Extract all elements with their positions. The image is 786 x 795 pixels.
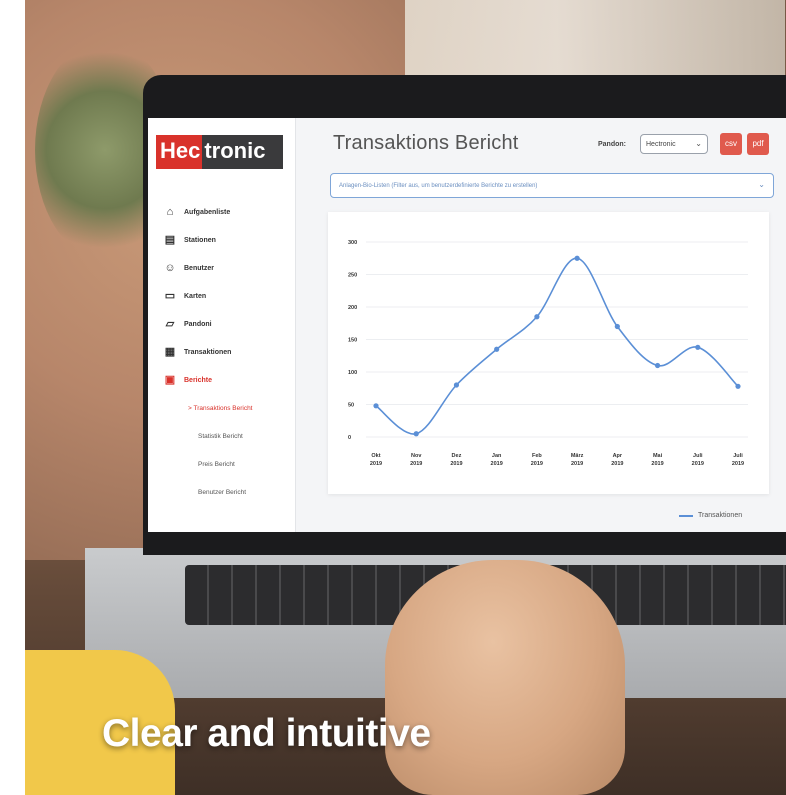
sidebar-item-pandoni[interactable]: ▱ Pandoni xyxy=(164,310,292,338)
home-icon: ⌂ xyxy=(166,206,174,218)
chevron-down-icon: ⌄ xyxy=(695,139,702,148)
data-point[interactable] xyxy=(574,255,580,261)
legend-line-swatch xyxy=(679,514,693,517)
x-tick-label: Okt xyxy=(371,453,380,459)
y-tick-label: 100 xyxy=(348,370,357,376)
report-filter-select[interactable]: Anlagen-Bio-Listen (Filter aus, um benut… xyxy=(330,173,774,198)
export-pdf-button[interactable]: pdf xyxy=(747,133,769,155)
sidebar-subitem-preis-bericht[interactable]: Preis Bericht xyxy=(164,450,292,478)
caption-text: Clear and intuitive xyxy=(102,712,431,755)
page-title: Transaktions Bericht xyxy=(333,132,519,154)
chart-card: 0 50 100 150 200 250 300 Okt 2019 Nov 2019 Dez 2019 J… xyxy=(328,212,769,494)
sidebar-item-berichte[interactable]: ▣ Berichte xyxy=(164,366,292,394)
y-tick-label: 200 xyxy=(348,305,357,311)
pandon-select-value: Hectronic xyxy=(646,140,676,148)
pandon-select[interactable]: Hectronic ⌄ xyxy=(640,134,708,154)
chart-legend: Transaktionen xyxy=(679,512,742,519)
x-tick-label: Juli xyxy=(733,453,743,459)
transactions-chart: 0 50 100 150 200 250 300 Okt 2019 Nov 2019 Dez 2019 J… xyxy=(348,240,748,467)
x-tick-label: März xyxy=(571,453,584,459)
data-point[interactable] xyxy=(373,403,379,409)
data-point[interactable] xyxy=(534,314,540,320)
folder-icon: ▱ xyxy=(165,318,175,330)
station-icon: ▤ xyxy=(164,234,176,246)
logo-hec: Hec xyxy=(156,135,203,169)
sidebar-item-karten[interactable]: ▭ Karten xyxy=(164,282,292,310)
y-tick-label: 150 xyxy=(348,338,357,344)
data-point[interactable] xyxy=(735,383,741,389)
card-icon: ▭ xyxy=(164,290,176,302)
x-tick-year-label: 2019 xyxy=(450,461,462,467)
sidebar-item-aufgabenliste[interactable]: ⌂ Aufgabenliste xyxy=(164,198,292,226)
x-tick-year-label: 2019 xyxy=(370,461,382,467)
data-point[interactable] xyxy=(695,344,701,350)
logo-tronic: tronic xyxy=(204,138,266,163)
x-tick-year-label: 2019 xyxy=(571,461,583,467)
y-tick-label: 50 xyxy=(348,403,354,409)
sidebar-item-benutzer[interactable]: ☺ Benutzer xyxy=(164,254,292,282)
sidebar-subitem-transaktions-bericht[interactable]: > Transaktions Bericht xyxy=(164,394,292,422)
export-csv-button[interactable]: csv xyxy=(720,133,742,155)
hectronic-logo[interactable]: Hec tronic xyxy=(156,135,283,169)
x-tick-label: Feb xyxy=(532,453,542,459)
series-line-transaktionen xyxy=(375,257,739,435)
x-tick-year-label: 2019 xyxy=(410,461,422,467)
x-tick-label: Jan xyxy=(492,453,502,459)
laptop-screen: Hec tronic ⌂ Aufgabenliste ▤ Stationen ☺… xyxy=(148,118,786,532)
report-filter-placeholder: Anlagen-Bio-Listen (Filter aus, um benut… xyxy=(339,182,538,189)
x-tick-year-label: 2019 xyxy=(692,461,704,467)
x-tick-year-label: 2019 xyxy=(531,461,543,467)
sidebar-item-label: Stationen xyxy=(184,236,216,244)
sidebar-nav: ⌂ Aufgabenliste ▤ Stationen ☺ Benutzer ▭… xyxy=(164,198,292,506)
x-tick-year-label: 2019 xyxy=(491,461,503,467)
x-tick-label: Apr xyxy=(613,453,623,459)
x-tick-year-label: 2019 xyxy=(651,461,663,467)
x-tick-year-label: 2019 xyxy=(611,461,623,467)
data-point[interactable] xyxy=(614,323,620,330)
x-tick-label: Juli xyxy=(693,453,703,459)
users-icon: ☺ xyxy=(164,262,176,274)
data-point[interactable] xyxy=(453,382,460,388)
sidebar-item-label: Transaktionen xyxy=(184,348,232,356)
x-tick-label: Dez xyxy=(452,453,462,459)
sidebar: Hec tronic ⌂ Aufgabenliste ▤ Stationen ☺… xyxy=(148,118,296,532)
sidebar-item-label: Berichte xyxy=(184,376,213,384)
data-point[interactable] xyxy=(654,362,661,369)
sidebar-item-label: Pandoni xyxy=(184,320,212,328)
y-tick-label: 0 xyxy=(348,435,351,441)
x-tick-label: Mai xyxy=(653,453,663,459)
y-tick-label: 300 xyxy=(348,240,357,246)
sidebar-item-label: Benutzer xyxy=(184,264,214,272)
x-tick-label: Nov xyxy=(411,453,422,459)
report-icon: ▣ xyxy=(164,374,176,386)
data-point[interactable] xyxy=(413,431,419,437)
sidebar-item-label: Karten xyxy=(184,292,207,300)
hand xyxy=(385,560,625,795)
y-tick-label: 250 xyxy=(348,273,357,279)
sidebar-item-stationen[interactable]: ▤ Stationen xyxy=(164,226,292,254)
legend-label: Transaktionen xyxy=(698,512,743,519)
transaction-icon: ▦ xyxy=(164,346,176,358)
x-tick-year-label: 2019 xyxy=(732,461,744,467)
pandon-label: Pandon: xyxy=(598,141,626,148)
sidebar-item-label: Aufgabenliste xyxy=(184,208,231,216)
data-point[interactable] xyxy=(494,346,500,352)
sidebar-subitem-benutzer-bericht[interactable]: Benutzer Bericht xyxy=(164,478,292,506)
chevron-down-icon: ⌄ xyxy=(758,180,765,189)
sidebar-subitem-statistik-bericht[interactable]: Statistik Bericht xyxy=(164,422,292,450)
main-content: Transaktions Bericht Pandon: Hectronic ⌄… xyxy=(295,118,786,532)
sidebar-item-transaktionen[interactable]: ▦ Transaktionen xyxy=(164,338,292,366)
